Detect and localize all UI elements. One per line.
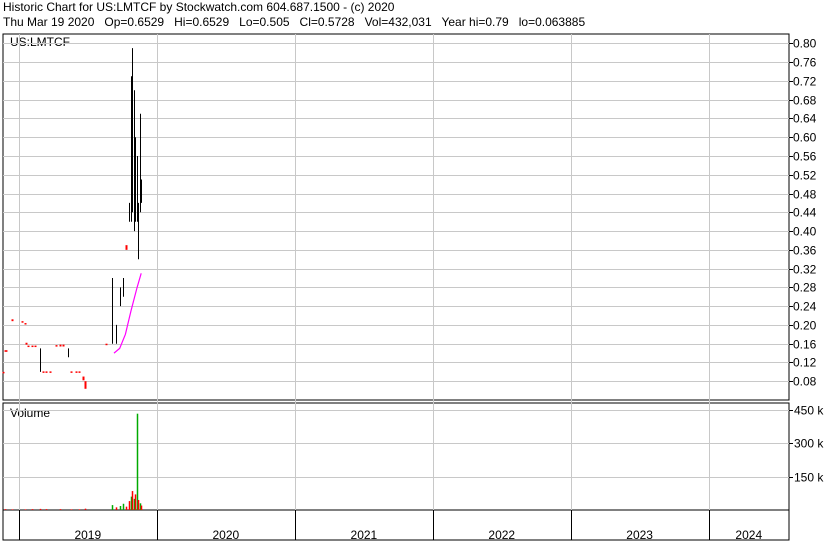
year-label: 2022 (488, 528, 515, 542)
price-tick-label: 0.52 (793, 169, 817, 183)
date-axis (2, 509, 790, 541)
price-tick-label: 0.80 (793, 37, 817, 51)
price-tick-label: 0.12 (793, 356, 817, 370)
volume-tick-label: 150 k (794, 471, 824, 485)
price-bars-layer (2, 48, 142, 389)
moving-average-layer (113, 273, 142, 354)
price-tick-label: 0.68 (793, 94, 817, 108)
year-label: 2021 (351, 528, 378, 542)
price-tick-label: 0.44 (793, 206, 817, 220)
price-tick-label: 0.08 (793, 375, 817, 389)
axis-labels-layer: 0.08 0.12 0.16 0.20 0.24 0.28 0.32 0.36 0.40 0.44… (19, 37, 824, 542)
price-tick-label: 0.20 (793, 319, 817, 333)
volume-bars-layer (4, 413, 143, 510)
volume-panel-frame (2, 402, 790, 511)
price-tick-label: 0.48 (793, 188, 817, 202)
price-tick-label: 0.76 (793, 56, 817, 70)
chart-canvas: US:LMTCF Volume 0.080.120.160.200.240.28… (2, 33, 824, 542)
date-axis-frame (2, 509, 790, 541)
price-tick-label: 0.24 (793, 300, 817, 314)
price-tick-label: 0.32 (793, 263, 817, 277)
year-label: 2024 (735, 528, 762, 542)
price-tick-label: 0.16 (793, 338, 817, 352)
price-tick-label: 0.56 (793, 150, 817, 164)
volume-tick-label: 450 k (794, 404, 824, 418)
volume-panel: Volume (2, 402, 790, 511)
year-label: 2019 (74, 528, 101, 542)
price-tick-label: 0.40 (793, 225, 817, 239)
price-tick-label: 0.72 (793, 75, 817, 89)
volume-tick-label: 300 k (794, 437, 824, 451)
price-tick-label: 0.28 (793, 281, 817, 295)
grid-layer (3, 34, 789, 510)
moving-average-line (113, 273, 142, 354)
year-label: 2020 (212, 528, 239, 542)
price-tick-label: 0.36 (793, 244, 817, 258)
price-tick-label: 0.64 (793, 112, 817, 126)
volume-label: Volume (10, 406, 50, 420)
year-label: 2023 (626, 528, 653, 542)
price-tick-label: 0.60 (793, 131, 817, 145)
